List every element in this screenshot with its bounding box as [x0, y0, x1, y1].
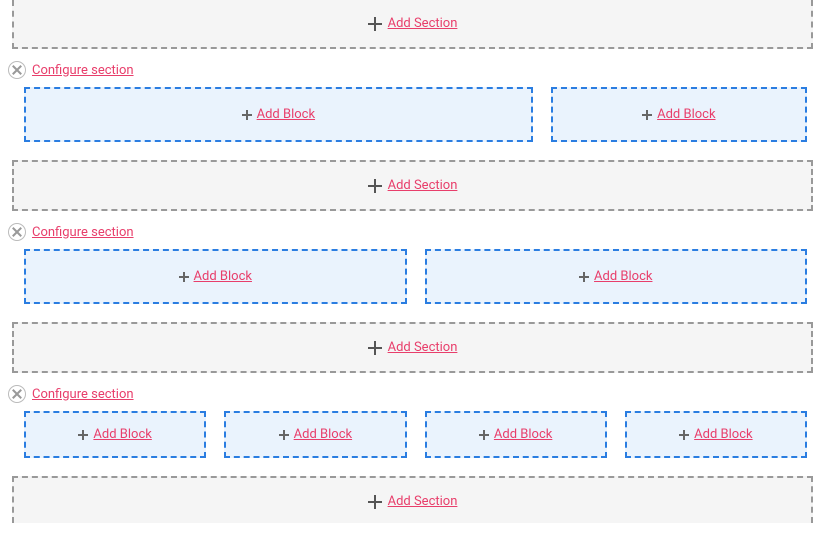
configure-section-link[interactable]: Configure section [32, 387, 134, 402]
plus-icon [242, 110, 252, 120]
add-section-label: Add Section [388, 178, 458, 193]
plus-icon [679, 430, 689, 440]
add-block-label: Add Block [194, 269, 252, 284]
add-block-button[interactable]: Add Block [425, 411, 607, 458]
remove-section-button[interactable] [8, 61, 26, 79]
add-block-label: Add Block [294, 427, 352, 442]
add-block-label: Add Block [257, 107, 315, 122]
remove-section-button[interactable] [8, 385, 26, 403]
add-block-button[interactable]: Add Block [425, 249, 808, 304]
add-block-button[interactable]: Add Block [551, 87, 807, 142]
add-block-label: Add Block [494, 427, 552, 442]
plus-icon [279, 430, 289, 440]
add-block-label: Add Block [694, 427, 752, 442]
plus-icon [368, 17, 382, 31]
plus-icon [368, 341, 382, 355]
plus-icon [78, 430, 88, 440]
add-block-button[interactable]: Add Block [24, 87, 533, 142]
section-region: Add Block Add Block Add Block Add Block [0, 411, 825, 468]
add-section-label: Add Section [388, 494, 458, 509]
configure-section-link[interactable]: Configure section [32, 225, 134, 240]
plus-icon [642, 110, 652, 120]
section-header: Configure section [8, 223, 825, 241]
remove-section-button[interactable] [8, 223, 26, 241]
plus-icon [479, 430, 489, 440]
add-section-button[interactable]: Add Section [12, 160, 813, 211]
plus-icon [368, 179, 382, 193]
close-icon [12, 227, 22, 237]
add-block-button[interactable]: Add Block [224, 411, 406, 458]
section-region: Add Block Add Block [0, 249, 825, 314]
section-region: Add Block Add Block [0, 87, 825, 152]
add-block-button[interactable]: Add Block [24, 411, 206, 458]
add-section-button[interactable]: Add Section [12, 476, 813, 523]
close-icon [12, 389, 22, 399]
close-icon [12, 65, 22, 75]
add-block-label: Add Block [594, 269, 652, 284]
add-section-label: Add Section [388, 16, 458, 31]
plus-icon [368, 495, 382, 509]
add-block-label: Add Block [93, 427, 151, 442]
add-block-button[interactable]: Add Block [625, 411, 807, 458]
section-header: Configure section [8, 385, 825, 403]
add-block-button[interactable]: Add Block [24, 249, 407, 304]
plus-icon [579, 272, 589, 282]
add-section-button[interactable]: Add Section [12, 322, 813, 373]
configure-section-link[interactable]: Configure section [32, 63, 134, 78]
section-header: Configure section [8, 61, 825, 79]
plus-icon [179, 272, 189, 282]
add-section-button[interactable]: Add Section [12, 0, 813, 49]
add-section-label: Add Section [388, 340, 458, 355]
add-block-label: Add Block [657, 107, 715, 122]
